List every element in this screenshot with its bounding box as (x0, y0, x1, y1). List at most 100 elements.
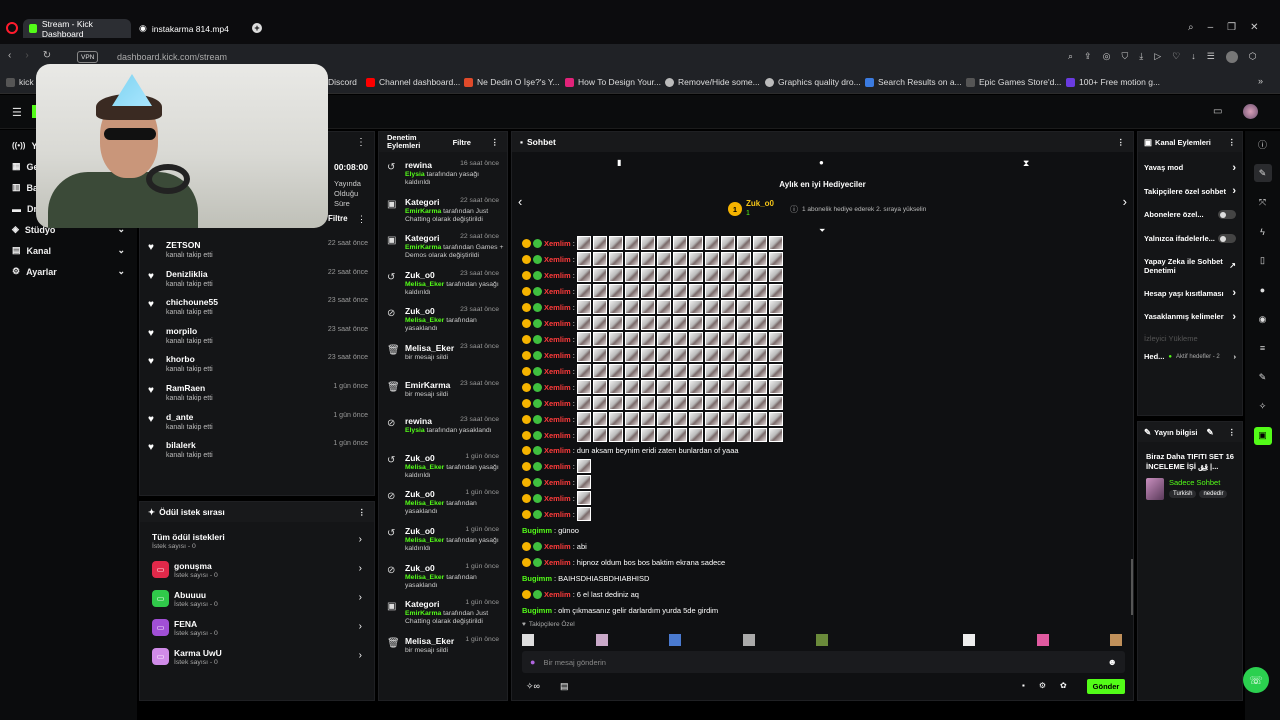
reward-item[interactable]: ▭ FENA İstek sayısı - 0 › (140, 615, 374, 644)
emote[interactable] (624, 380, 639, 394)
emote[interactable] (736, 428, 751, 442)
emote[interactable] (752, 428, 767, 442)
document-icon[interactable]: ▯ (1254, 252, 1272, 270)
mod-actor[interactable]: Elysia (405, 171, 425, 178)
emote[interactable] (656, 396, 671, 410)
emote[interactable] (624, 332, 639, 346)
opera-logo-icon[interactable] (6, 22, 18, 34)
camera-icon[interactable]: ◎ (1103, 51, 1111, 63)
lightning-icon[interactable]: ϟ (1254, 223, 1272, 241)
menu-icon[interactable]: ☰ (1207, 51, 1215, 63)
emote[interactable] (672, 236, 687, 250)
emote[interactable] (672, 332, 687, 346)
chat-username[interactable]: Xemlim (544, 335, 571, 344)
emote[interactable] (752, 396, 767, 410)
emote[interactable] (608, 428, 623, 442)
mod-actor[interactable]: Elysia (405, 427, 425, 434)
emote[interactable] (736, 236, 751, 250)
emote[interactable] (592, 380, 607, 394)
more-options-icon[interactable]: ⋮ (491, 137, 500, 148)
back-icon[interactable]: ‹ (8, 50, 11, 61)
emote[interactable] (768, 268, 783, 282)
emote[interactable] (768, 284, 783, 298)
emote[interactable] (656, 284, 671, 298)
emote[interactable] (640, 252, 655, 266)
emote[interactable] (640, 348, 655, 362)
edit-icon[interactable]: ✎ (1206, 427, 1213, 438)
emote[interactable] (608, 236, 623, 250)
chat-username[interactable]: Xemlim (544, 255, 571, 264)
emote[interactable] (608, 396, 623, 410)
category-label[interactable]: Sadece Sohbet (1169, 478, 1220, 487)
emote[interactable] (608, 364, 623, 378)
emote[interactable] (592, 412, 607, 426)
chat-username[interactable]: Xemlim (544, 446, 571, 455)
followers-filter-button[interactable]: Filtre (328, 214, 348, 223)
emote[interactable] (608, 252, 623, 266)
bookmark-search-results[interactable]: Search Results on a... (865, 77, 962, 87)
bookmark-how-to-design[interactable]: How To Design Your... (565, 77, 661, 87)
chat-username[interactable]: Bugimm (522, 526, 552, 535)
emote[interactable] (752, 364, 767, 378)
emote[interactable] (592, 252, 607, 266)
emote[interactable] (736, 412, 751, 426)
emote[interactable] (688, 316, 703, 330)
emote[interactable] (736, 300, 751, 314)
bookmark-epic-games[interactable]: Epic Games Store'd... (966, 77, 1061, 87)
emote[interactable] (640, 316, 655, 330)
emote[interactable] (576, 507, 591, 521)
emote[interactable] (736, 364, 751, 378)
emote[interactable] (688, 428, 703, 442)
emote[interactable] (736, 316, 751, 330)
gifters-next-icon[interactable]: › (1123, 194, 1127, 209)
kick-store-icon[interactable]: ▣ (1253, 426, 1272, 445)
store-icon[interactable]: ▤ (560, 681, 569, 692)
gifter-name[interactable]: Zuk_o0 (746, 199, 774, 209)
emote[interactable] (752, 236, 767, 250)
download-icon[interactable]: ⤓ (1139, 51, 1143, 63)
emote[interactable] (672, 284, 687, 298)
emote[interactable] (640, 428, 655, 442)
emote[interactable] (720, 412, 735, 426)
chat-username[interactable]: Xemlim (544, 319, 571, 328)
emote[interactable] (720, 300, 735, 314)
send-button[interactable]: Gönder (1087, 679, 1125, 694)
emote[interactable] (656, 412, 671, 426)
chat-username[interactable]: Xemlim (544, 287, 571, 296)
emote[interactable] (640, 412, 655, 426)
chat-settings-icon[interactable]: ▪ (1022, 681, 1025, 690)
channel-action-item[interactable]: Abonelere özel... (1138, 203, 1242, 227)
emote[interactable] (640, 284, 655, 298)
emote[interactable] (656, 268, 671, 282)
emote[interactable] (522, 634, 534, 646)
emote-menu-icon[interactable]: ✿ (1060, 681, 1067, 690)
chat-username[interactable]: Xemlim (544, 271, 571, 280)
minimize-icon[interactable]: – (1208, 22, 1214, 33)
hourglass-icon[interactable]: ⧗ (1023, 158, 1029, 169)
extensions-icon[interactable]: ⬡ (1249, 51, 1257, 63)
toggle-switch[interactable] (1218, 210, 1236, 220)
emote[interactable] (768, 364, 783, 378)
emote[interactable] (656, 252, 671, 266)
emote[interactable] (704, 252, 719, 266)
emote[interactable] (592, 316, 607, 330)
emote[interactable] (720, 316, 735, 330)
chat-bubble-icon[interactable]: ● (1254, 281, 1272, 299)
emote[interactable] (576, 428, 591, 442)
chat-username[interactable]: Xemlim (544, 415, 571, 424)
emote[interactable] (640, 396, 655, 410)
tab-stream-kick-dashboard[interactable]: Stream - Kick Dashboard (23, 19, 131, 39)
more-options-icon[interactable]: ⋮ (1228, 427, 1237, 438)
emote[interactable] (576, 475, 591, 489)
emote[interactable] (704, 348, 719, 362)
mod-actor[interactable]: EmirKarma (405, 244, 441, 251)
emote[interactable] (624, 396, 639, 410)
channel-action-item[interactable]: Yasaklanmış kelimeler › (1138, 305, 1242, 329)
emote[interactable] (592, 396, 607, 410)
gear-icon[interactable]: ⚙ (1039, 681, 1046, 690)
emote[interactable] (640, 332, 655, 346)
emote[interactable] (608, 300, 623, 314)
bookmark-remove-hide[interactable]: Remove/Hide some... (665, 77, 760, 87)
wrench-icon[interactable]: ✎ (1254, 369, 1272, 387)
emote[interactable] (576, 300, 591, 314)
